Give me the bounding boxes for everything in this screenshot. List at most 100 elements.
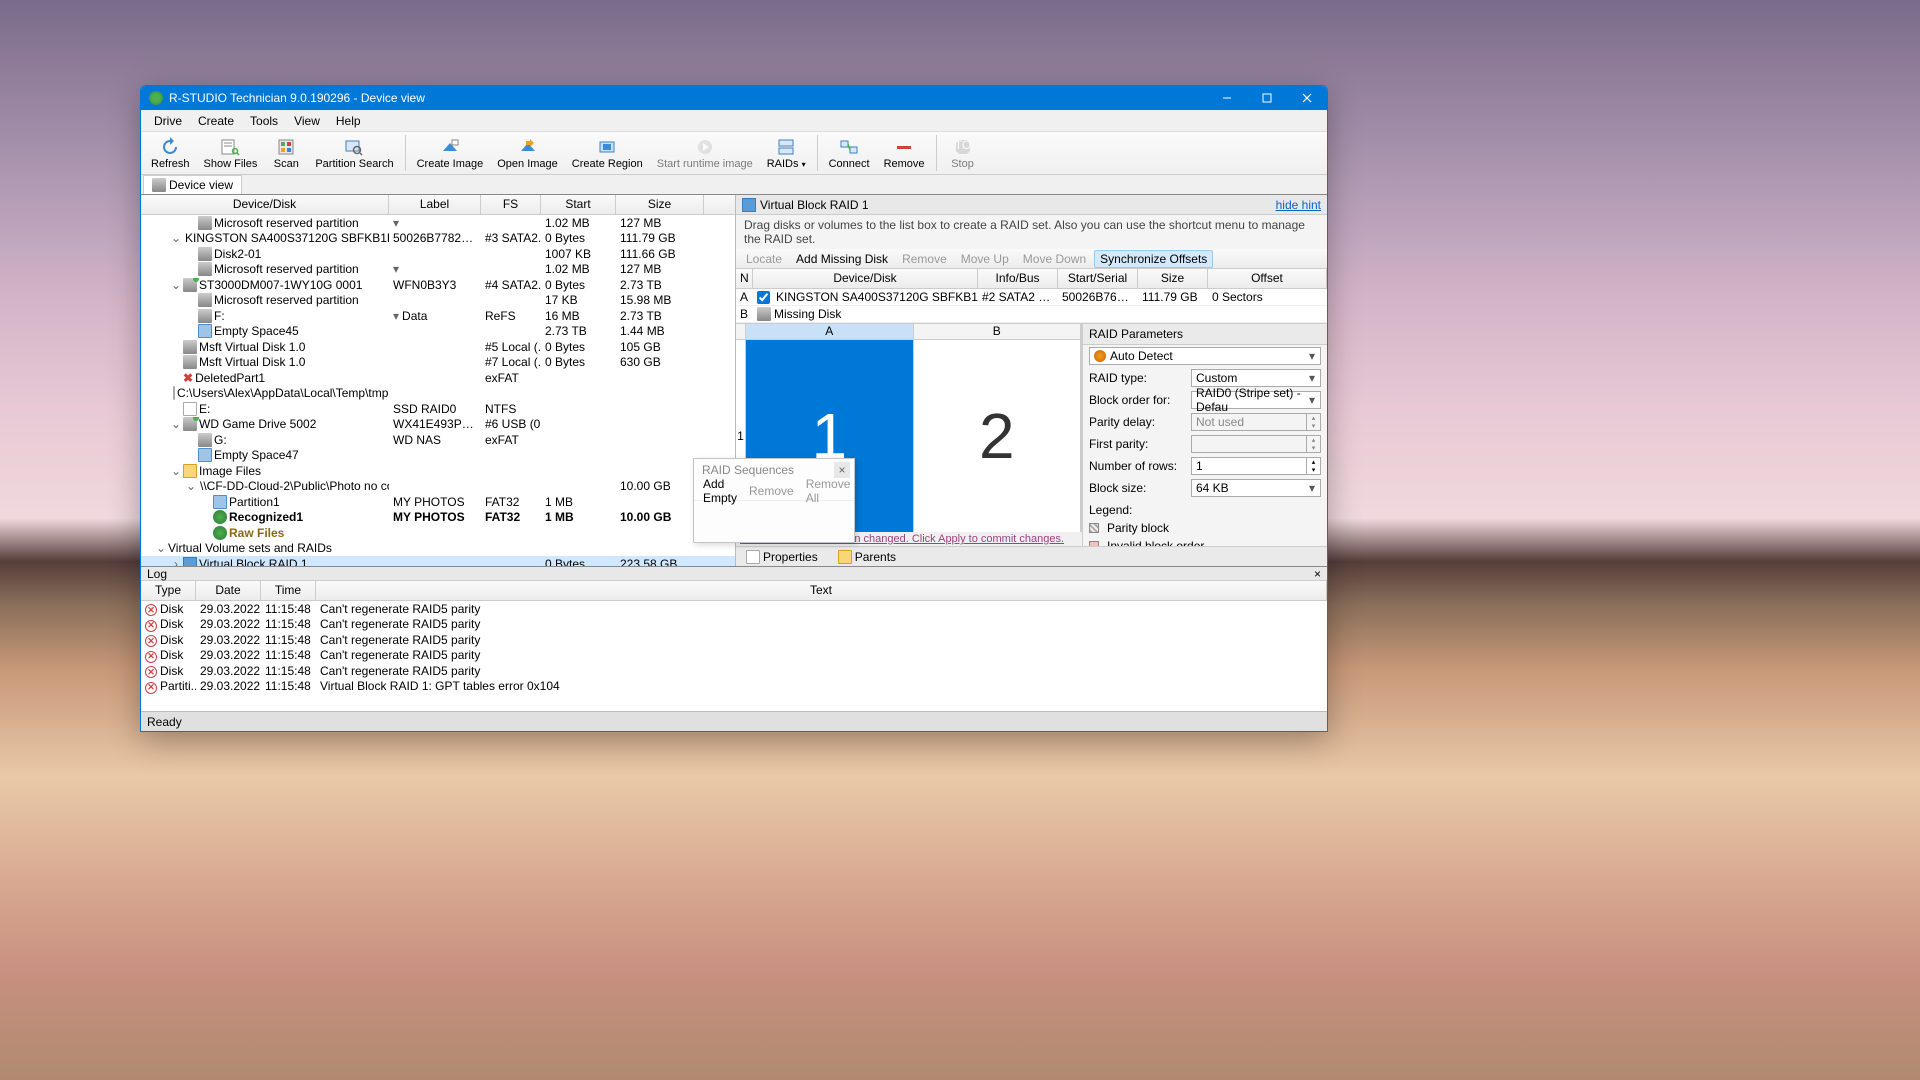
spin-down-icon: ▾ (1306, 444, 1320, 452)
chevron-down-icon: ▾ (1306, 394, 1318, 406)
numberofrows-input[interactable]: 1▴▾ (1191, 457, 1321, 475)
tree-row[interactable]: E: SSD RAID0 NTFS (141, 401, 735, 417)
popup-toolbar: Add EmptyRemoveRemove All (694, 481, 854, 501)
connect-button[interactable]: Connect (823, 135, 876, 172)
menu-drive[interactable]: Drive (146, 112, 190, 130)
log-body[interactable]: ✕Disk 29.03.2022 11:15:48 Can't regenera… (141, 601, 1327, 711)
tree-row[interactable]: Microsoft reserved partition ▾ 1.02 MB 1… (141, 215, 735, 231)
col-fs[interactable]: FS (481, 195, 541, 214)
drive-icon (198, 262, 212, 276)
properties-tab[interactable]: Properties (740, 548, 824, 566)
open-image-button[interactable]: Open Image (491, 135, 564, 172)
raid-sequences-popup[interactable]: RAID Sequences × Add EmptyRemoveRemove A… (693, 458, 855, 543)
partition-search-icon (344, 137, 364, 157)
part-icon (198, 448, 212, 462)
expander-icon[interactable]: ⌄ (171, 464, 181, 478)
menubar: DriveCreateToolsViewHelp (141, 110, 1327, 132)
log-row[interactable]: ✕Disk 29.03.2022 11:15:48 Can't regenera… (141, 617, 1327, 633)
close-button[interactable] (1287, 86, 1327, 110)
device-view-tab[interactable]: Device view (143, 175, 242, 194)
raid-tool-add-missing-disk[interactable]: Add Missing Disk (790, 250, 894, 268)
auto-detect-dropdown[interactable]: Auto Detect ▾ (1089, 347, 1321, 365)
raid-disk-row[interactable]: B Missing Disk (736, 306, 1327, 323)
menu-create[interactable]: Create (190, 112, 242, 130)
log-row[interactable]: ✕Disk 29.03.2022 11:15:48 Can't regenera… (141, 663, 1327, 679)
raid-panel-title: Virtual Block RAID 1 (760, 198, 869, 212)
tree-row[interactable]: ✖DeletedPart1 exFAT (141, 370, 735, 386)
expander-icon[interactable]: ⌄ (171, 417, 181, 431)
raidtype-dropdown[interactable]: Custom▾ (1191, 369, 1321, 387)
show-files-button[interactable]: Show Files (198, 135, 264, 172)
log-row[interactable]: ✕Disk 29.03.2022 11:15:48 Can't regenera… (141, 648, 1327, 664)
col-size[interactable]: Size (616, 195, 704, 214)
col-device[interactable]: Device/Disk (141, 195, 389, 214)
tree-row[interactable]: Empty Space45 2.73 TB 1.44 MB (141, 324, 735, 340)
legend-swatch (1089, 523, 1099, 533)
titlebar[interactable]: R-STUDIO Technician 9.0.190296 - Device … (141, 86, 1327, 110)
tree-row[interactable]: C:\Users\Alex\AppData\Local\Temp\tmp29..… (141, 386, 735, 402)
raid-disk-checkbox[interactable] (757, 291, 770, 304)
maximize-button[interactable] (1247, 86, 1287, 110)
recognized-icon (213, 510, 227, 524)
parents-tab[interactable]: Parents (832, 548, 902, 566)
spin-down-icon[interactable]: ▾ (1306, 466, 1320, 474)
tree-row[interactable]: Microsoft reserved partition 17 KB 15.98… (141, 293, 735, 309)
tree-row[interactable]: ›Virtual Block RAID 1 0 Bytes 223.58 GB (141, 556, 735, 566)
statusbar: Ready (141, 711, 1327, 731)
raids-button[interactable]: RAIDs ▾ (761, 135, 812, 172)
file-icon (183, 402, 197, 416)
spin-up-icon[interactable]: ▴ (1306, 458, 1320, 466)
tree-row[interactable]: F: ▾Data ReFS 16 MB 2.73 TB (141, 308, 735, 324)
log-row[interactable]: ✕Disk 29.03.2022 11:15:48 Can't regenera… (141, 601, 1327, 617)
error-icon: ✕ (145, 682, 157, 694)
expander-icon[interactable]: › (171, 557, 181, 566)
create-image-button[interactable]: Create Image (411, 135, 490, 172)
tree-row[interactable]: Msft Virtual Disk 1.0 #7 Local (... 0 By… (141, 355, 735, 371)
tree-body[interactable]: Microsoft reserved partition ▾ 1.02 MB 1… (141, 215, 735, 566)
tree-row[interactable]: Empty Space47 (141, 448, 735, 464)
tree-row[interactable]: Raw Files (141, 525, 735, 541)
raid-disk-row[interactable]: A KINGSTON SA400S37120G SBFKB1D1 #2 SATA… (736, 289, 1327, 306)
tree-row[interactable]: Disk2-01 1007 KB 111.66 GB (141, 246, 735, 262)
tree-row[interactable]: Partition1 MY PHOTOS FAT32 1 MB (141, 494, 735, 510)
log-row[interactable]: ✕Disk 29.03.2022 11:15:48 Can't regenera… (141, 632, 1327, 648)
log-close-icon[interactable]: × (1314, 567, 1321, 581)
device-tree-panel: Device/Disk Label FS Start Size Microsof… (141, 195, 736, 566)
col-start[interactable]: Start (541, 195, 616, 214)
tree-row[interactable]: Msft Virtual Disk 1.0 #5 Local (... 0 By… (141, 339, 735, 355)
expander-icon[interactable]: ⌄ (171, 231, 181, 245)
expander-icon[interactable]: ⌄ (171, 278, 181, 292)
expander-icon[interactable]: ⌄ (186, 479, 196, 493)
blockorderfor-dropdown[interactable]: RAID0 (Stripe set) - Defau▾ (1191, 391, 1321, 409)
remove-button[interactable]: Remove (878, 135, 931, 172)
block-col-a[interactable]: A (746, 324, 914, 339)
hide-hint-link[interactable]: hide hint (1276, 198, 1321, 212)
col-label[interactable]: Label (389, 195, 481, 214)
deleted-icon: ✖ (183, 371, 193, 385)
tree-row[interactable]: Recognized1 MY PHOTOS FAT32 1 MB 10.00 G… (141, 510, 735, 526)
tree-row[interactable]: ⌄Image Files (141, 463, 735, 479)
menu-help[interactable]: Help (328, 112, 369, 130)
popup-tool-add-empty[interactable]: Add Empty (698, 475, 742, 507)
partition-search-button[interactable]: Partition Search (309, 135, 399, 172)
menu-tools[interactable]: Tools (242, 112, 286, 130)
refresh-button[interactable]: Refresh (145, 135, 196, 172)
log-row[interactable]: ✕Partiti... 29.03.2022 11:15:48 Virtual … (141, 679, 1327, 695)
tree-row[interactable]: ⌄ST3000DM007-1WY10G 0001 WFN0B3Y3 #4 SAT… (141, 277, 735, 293)
raid-tool-synchronize-offsets[interactable]: Synchronize Offsets (1094, 250, 1213, 268)
expander-icon[interactable]: ⌄ (156, 541, 166, 555)
create-image-icon (440, 137, 460, 157)
create-region-button[interactable]: Create Region (566, 135, 649, 172)
tree-row[interactable]: Microsoft reserved partition ▾ 1.02 MB 1… (141, 262, 735, 278)
tree-row[interactable]: ⌄WD Game Drive 5002 WX41E493PFF6 #6 USB … (141, 417, 735, 433)
menu-view[interactable]: View (286, 112, 328, 130)
tree-row[interactable]: G: WD NAS exFAT (141, 432, 735, 448)
blocksize-dropdown[interactable]: 64 KB▾ (1191, 479, 1321, 497)
block-cell-2[interactable]: 2 (914, 340, 1082, 532)
tree-row[interactable]: ⌄Virtual Volume sets and RAIDs (141, 541, 735, 557)
tree-row[interactable]: ⌄\\CF-DD-Cloud-2\Public\Photo no copyri.… (141, 479, 735, 495)
block-col-b[interactable]: B (914, 324, 1082, 339)
minimize-button[interactable] (1207, 86, 1247, 110)
scan-button[interactable]: Scan (265, 135, 307, 172)
tree-row[interactable]: ⌄KINGSTON SA400S37120G SBFKB1D1 50026B77… (141, 231, 735, 247)
